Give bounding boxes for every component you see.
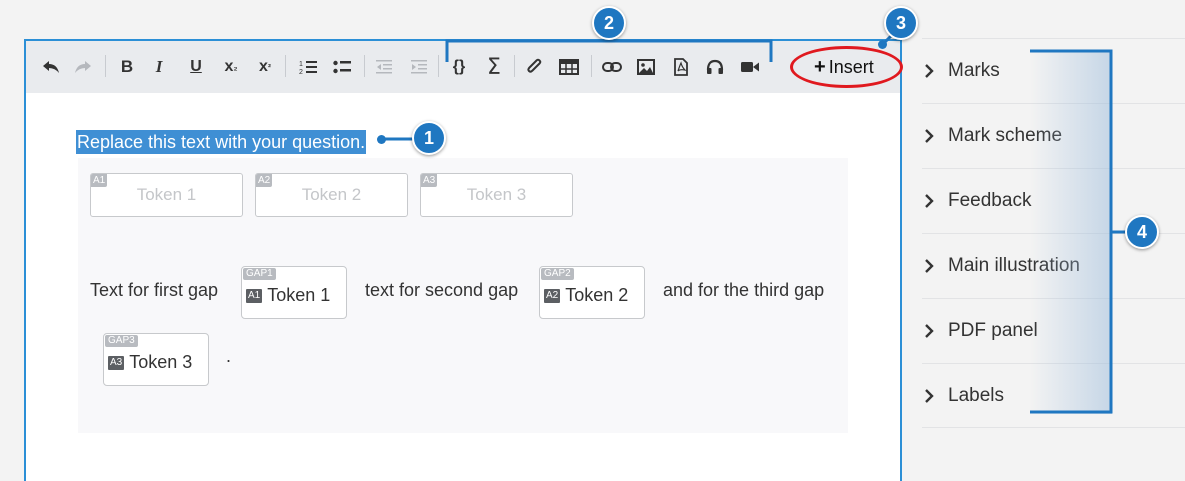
callout-2: 2: [592, 6, 626, 40]
callout-lines: [381, 32, 1126, 414]
callout-3: 3: [884, 6, 918, 40]
callout-dot: [377, 135, 386, 144]
callout-4: 4: [1125, 215, 1159, 249]
callout-1: 1: [412, 121, 446, 155]
callout-dot: [878, 40, 887, 49]
